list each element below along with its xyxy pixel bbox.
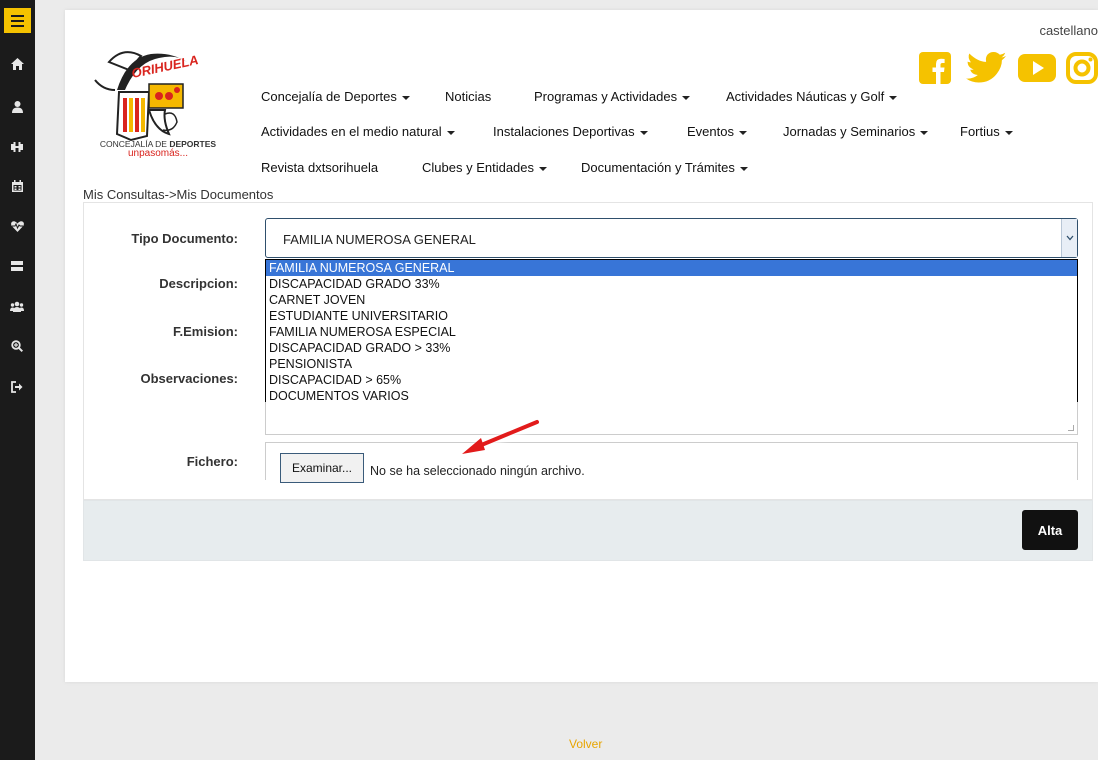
heartbeat-icon[interactable] (9, 218, 25, 234)
facebook-icon[interactable] (918, 50, 952, 86)
sidebar (0, 0, 35, 760)
file-status: No se ha seleccionado ningún archivo. (370, 464, 585, 478)
nav-noticias[interactable]: Noticias (445, 89, 491, 104)
option-item[interactable]: CARNET JOVEN (266, 292, 1077, 308)
nav-clubes-y-entidades[interactable]: Clubes y Entidades (422, 160, 548, 175)
logo[interactable]: ORIHUELA CONCEJALÍA DE DEPORTES unpasomá… (89, 50, 227, 160)
home-icon[interactable] (9, 56, 25, 72)
observaciones-label: Observaciones: (140, 371, 238, 386)
nav-actividades-en-el-medio-natural[interactable]: Actividades en el medio natural (261, 124, 455, 139)
nav-actividades-nauticas-y-golf[interactable]: Actividades Náuticas y Golf (726, 89, 898, 104)
dumbbell-icon[interactable] (9, 139, 25, 155)
volver-link[interactable]: Volver (569, 737, 602, 751)
instagram-icon[interactable] (1066, 50, 1098, 86)
twitter-icon[interactable] (964, 50, 1008, 86)
option-item[interactable]: DISCAPACIDAD > 65% (266, 372, 1077, 388)
fichero-input: Examinar... No se ha seleccionado ningún… (265, 442, 1078, 483)
observaciones-textarea[interactable] (265, 402, 1078, 435)
menu-toggle-icon[interactable] (4, 8, 31, 33)
option-item[interactable]: FAMILIA NUMEROSA ESPECIAL (266, 324, 1077, 340)
option-item[interactable]: PENSIONISTA (266, 356, 1077, 372)
language-link[interactable]: castellano (1039, 23, 1098, 38)
users-icon[interactable] (9, 298, 25, 314)
zoom-in-icon[interactable] (9, 338, 25, 354)
option-item[interactable]: ESTUDIANTE UNIVERSITARIO (266, 308, 1077, 324)
tipo-documento-label: Tipo Documento: (131, 231, 238, 246)
nav-concejalia-de-deportes[interactable]: Concejalía de Deportes (261, 89, 410, 104)
tipo-documento-options: FAMILIA NUMEROSA GENERAL DISCAPACIDAD GR… (265, 259, 1078, 403)
nav-fortius[interactable]: Fortius (960, 124, 1013, 139)
main-card: castellano ORIHUELA CONCEJALÍA DE DEPORT… (65, 10, 1098, 682)
red-arrow-icon (462, 418, 541, 454)
user-icon[interactable] (9, 99, 25, 115)
sign-out-icon[interactable] (9, 379, 25, 395)
nav-jornadas-y-seminarios[interactable]: Jornadas y Seminarios (783, 124, 929, 139)
youtube-icon[interactable] (1017, 50, 1057, 86)
tipo-documento-value: FAMILIA NUMEROSA GENERAL (283, 232, 476, 247)
nav-programas-y-actividades[interactable]: Programas y Actividades (534, 89, 691, 104)
fichero-label: Fichero: (186, 454, 238, 469)
form-footer (83, 500, 1093, 561)
option-item[interactable]: FAMILIA NUMEROSA GENERAL (266, 260, 1077, 276)
option-item[interactable]: DISCAPACIDAD GRADO 33% (266, 276, 1077, 292)
list-icon[interactable] (9, 258, 25, 274)
nav-instalaciones-deportivas[interactable]: Instalaciones Deportivas (493, 124, 648, 139)
nav-revista-dxtsorihuela[interactable]: Revista dxtsorihuela (261, 160, 378, 175)
calendar-icon[interactable] (9, 178, 25, 194)
tipo-documento-select[interactable]: FAMILIA NUMEROSA GENERAL (265, 218, 1078, 258)
browse-file-button[interactable]: Examinar... (280, 453, 364, 483)
logo-line2: unpasomás... (127, 148, 189, 159)
resize-handle-icon[interactable] (1068, 425, 1074, 431)
nav-documentacion-y-tramites[interactable]: Documentación y Trámites (581, 160, 748, 175)
descripcion-label: Descripcion: (159, 276, 238, 291)
option-item[interactable]: DISCAPACIDAD GRADO > 33% (266, 340, 1077, 356)
alta-submit-button[interactable]: Alta (1022, 510, 1078, 550)
breadcrumb: Mis Consultas->Mis Documentos (83, 187, 274, 202)
nav-eventos[interactable]: Eventos (687, 124, 747, 139)
chevron-down-icon[interactable] (1061, 219, 1077, 257)
femision-label: F.Emision: (172, 324, 238, 339)
